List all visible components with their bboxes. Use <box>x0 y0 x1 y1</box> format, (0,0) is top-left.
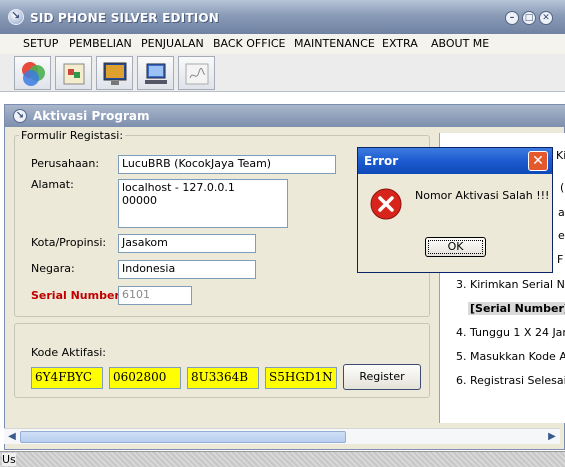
ok-button[interactable]: OK <box>425 237 486 257</box>
serial-number-field[interactable]: 6101 <box>118 286 192 305</box>
minimize-button[interactable]: – <box>505 11 519 25</box>
close-button[interactable]: ✕ <box>539 11 553 25</box>
menu-about-me[interactable]: ABOUT ME <box>431 37 489 50</box>
menu-extra[interactable]: EXTRA <box>382 37 418 50</box>
dialog-close-button[interactable]: ✕ <box>528 151 548 171</box>
menu-bar: SETUP PEMBELIAN PENJUALAN BACK OFFICE MA… <box>0 34 565 54</box>
activation-code-2[interactable]: 0602800 <box>109 367 181 389</box>
app-icon[interactable] <box>8 9 24 25</box>
company-label: Perusahaan: <box>31 157 100 170</box>
signature-icon <box>185 63 209 85</box>
instruction-fragment: ( <box>560 181 565 194</box>
toolbar-button-5[interactable] <box>178 56 215 90</box>
monitor-icon <box>103 62 127 85</box>
horizontal-scrollbar[interactable]: ◀ ▶ <box>4 428 560 444</box>
menu-penjualan[interactable]: PENJUALAN <box>141 37 204 50</box>
activation-code-label: Kode Aktifasi: <box>31 346 107 359</box>
activation-title: Aktivasi Program <box>33 109 150 123</box>
serial-number-label: Serial Number <box>31 289 120 302</box>
country-label: Negara: <box>31 262 75 275</box>
serial-number-placeholder: [Serial Number] <box>468 302 565 315</box>
instruction-fragment: e <box>558 229 565 242</box>
menu-back-office[interactable]: BACK OFFICE <box>213 37 285 50</box>
toolbar <box>0 54 565 92</box>
company-field[interactable]: LucuBRB (KocokJaya Team) <box>118 155 336 174</box>
registration-legend: Formulir Registasi: <box>21 129 124 142</box>
scroll-right-icon[interactable]: ▶ <box>545 430 559 444</box>
maximize-button[interactable]: □ <box>522 11 536 25</box>
products-icon <box>63 63 85 85</box>
instruction-fragment: a <box>558 206 565 219</box>
instruction-step-3: 3. Kirimkan Serial Num <box>456 278 565 291</box>
instruction-fragment: F <box>557 253 564 266</box>
window-icon[interactable]: ↘ <box>13 109 27 123</box>
color-circles-icon <box>22 62 45 86</box>
menu-pembelian[interactable]: PEMBELIAN <box>69 37 132 50</box>
status-bar: Us <box>0 451 565 467</box>
error-icon <box>370 188 402 220</box>
register-button[interactable]: Register <box>343 364 421 390</box>
activation-code-row: 6Y4FBYC 0602800 8U3364B S5HGD1N <box>31 367 341 389</box>
app-title: SID PHONE SILVER EDITION <box>30 11 220 25</box>
toolbar-button-3[interactable] <box>96 56 133 90</box>
main-title-bar[interactable]: SID PHONE SILVER EDITION – □ ✕ <box>0 0 565 34</box>
menu-maintenance[interactable]: MAINTENANCE <box>294 37 375 50</box>
menu-setup[interactable]: SETUP <box>23 37 58 50</box>
status-text: Us <box>2 453 16 466</box>
error-dialog-title-bar[interactable]: Error ✕ <box>358 148 552 174</box>
network-computer-icon <box>145 63 167 84</box>
instruction-fragment: Ki <box>556 149 565 162</box>
city-label: Kota/Propinsi: <box>31 236 107 249</box>
toolbar-button-2[interactable] <box>55 56 92 90</box>
country-field[interactable]: Indonesia <box>118 260 256 279</box>
address-field[interactable]: localhost - 127.0.0.1 00000 <box>118 179 288 228</box>
toolbar-button-4[interactable] <box>137 56 174 90</box>
instruction-step-4: 4. Tunggu 1 X 24 Jam <box>456 326 565 339</box>
city-field[interactable]: Jasakom <box>118 234 256 253</box>
scroll-left-icon[interactable]: ◀ <box>5 430 19 444</box>
instruction-step-6: 6. Registrasi Selesai <box>456 374 565 387</box>
activation-code-1[interactable]: 6Y4FBYC <box>31 367 103 389</box>
scroll-thumb[interactable] <box>20 431 346 443</box>
instruction-step-5: 5. Masukkan Kode Ak <box>456 350 565 363</box>
address-label: Alamat: <box>31 178 74 191</box>
error-message: Nomor Aktivasi Salah !!! <box>415 189 550 202</box>
activation-title-bar[interactable]: ↘ Aktivasi Program <box>5 105 565 127</box>
toolbar-button-1[interactable] <box>14 56 51 90</box>
error-dialog-title: Error <box>364 154 399 168</box>
activation-code-4[interactable]: S5HGD1N <box>265 367 337 389</box>
error-dialog: Error ✕ Nomor Aktivasi Salah !!! OK <box>357 147 553 273</box>
activation-code-3[interactable]: 8U3364B <box>187 367 259 389</box>
